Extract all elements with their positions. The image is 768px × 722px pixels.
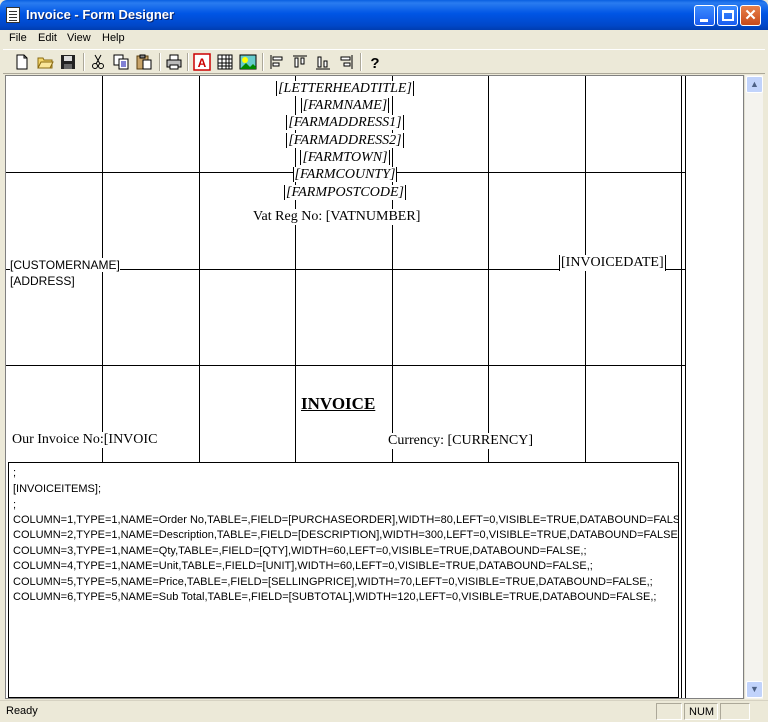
design-canvas[interactable]: [LETTERHEADTITLE] [FARMNAME] [FARMADDRES… (5, 75, 744, 699)
items-line: ; (13, 499, 17, 511)
items-line: COLUMN=5,TYPE=5,NAME=Price,TABLE=,FIELD=… (13, 576, 653, 588)
page-margin-line (681, 76, 682, 698)
items-line: COLUMN=1,TYPE=1,NAME=Order No,TABLE=,FIE… (13, 514, 679, 526)
invoice-date-field[interactable]: [INVOICEDATE] (559, 255, 666, 271)
currency-field[interactable]: Currency: [CURRENCY] (388, 433, 534, 449)
items-line: COLUMN=3,TYPE=1,NAME=Qty,TABLE=,FIELD=[Q… (13, 545, 587, 557)
items-line: COLUMN=4,TYPE=1,NAME=Unit,TABLE=,FIELD=[… (13, 560, 593, 572)
items-line: ; (13, 467, 17, 479)
toolbar-separator (360, 53, 362, 71)
grid-line (6, 365, 685, 366)
minimize-button[interactable] (694, 5, 715, 26)
print-icon[interactable] (165, 53, 183, 71)
app-icon[interactable] (6, 7, 20, 23)
invoice-number-field[interactable]: Our Invoice No:[INVOIC (12, 432, 158, 448)
minimize-icon (700, 19, 708, 22)
status-bar: Ready NUM (0, 700, 768, 722)
num-lock-indicator: NUM (684, 703, 718, 720)
help-icon[interactable]: ? (366, 53, 384, 71)
table-grid-icon[interactable] (216, 53, 234, 71)
align-right-icon[interactable] (337, 53, 355, 71)
menu-edit[interactable]: Edit (38, 32, 57, 44)
farm-town-field[interactable]: [FARMTOWN] (266, 150, 424, 166)
distribute-vertical-icon[interactable] (314, 53, 332, 71)
svg-text:A: A (198, 56, 207, 70)
window-title: Invoice - Form Designer (26, 7, 175, 22)
maximize-icon (722, 10, 734, 21)
align-left-icon[interactable] (268, 53, 286, 71)
items-line: COLUMN=2,TYPE=1,NAME=Description,TABLE=,… (13, 529, 679, 541)
farm-name-field[interactable]: [FARMNAME] (266, 98, 424, 114)
letterhead-title-field[interactable]: [LETTERHEADTITLE] (266, 81, 424, 97)
toolbar-separator (159, 53, 161, 71)
invoice-items-section[interactable]: ; [INVOICEITEMS]; ; COLUMN=1,TYPE=1,NAME… (8, 462, 679, 698)
vertical-scrollbar[interactable]: ▲ ▼ (744, 75, 763, 699)
toolbar-separator (187, 53, 189, 71)
customer-address-field[interactable]: [ADDRESS] (10, 274, 75, 288)
close-icon: ✕ (744, 7, 757, 24)
text-field-icon[interactable]: A (193, 53, 211, 71)
svg-text:?: ? (370, 55, 379, 71)
farm-postcode-field[interactable]: [FARMPOSTCODE] (266, 185, 424, 201)
paste-icon[interactable] (135, 53, 153, 71)
align-top-icon[interactable] (291, 53, 309, 71)
scroll-down-arrow-icon[interactable]: ▼ (746, 681, 763, 698)
farm-county-field[interactable]: [FARMCOUNTY] (266, 167, 424, 183)
maximize-button[interactable] (717, 5, 738, 26)
customer-name-field[interactable]: [CUSTOMERNAME] (10, 258, 120, 272)
page-edge-line (685, 76, 686, 698)
menu-bar: File Edit View Help (3, 30, 765, 49)
close-button[interactable]: ✕ (740, 5, 761, 26)
scroll-up-arrow-icon[interactable]: ▲ (746, 76, 763, 93)
image-icon[interactable] (239, 53, 257, 71)
new-document-icon[interactable] (13, 53, 31, 71)
status-panel-empty (720, 703, 750, 720)
status-panel-empty (656, 703, 682, 720)
open-folder-icon[interactable] (36, 53, 54, 71)
invoice-title[interactable]: INVOICE (301, 394, 376, 414)
menu-help[interactable]: Help (102, 32, 125, 44)
farm-address2-field[interactable]: [FARMADDRESS2] (266, 133, 424, 149)
items-line: COLUMN=6,TYPE=5,NAME=Sub Total,TABLE=,FI… (13, 591, 657, 603)
toolbar-separator (262, 53, 264, 71)
items-line: [INVOICEITEMS]; (13, 483, 102, 495)
toolbar-separator (83, 53, 85, 71)
menu-view[interactable]: View (67, 32, 91, 44)
vat-number-field[interactable]: Vat Reg No: [VATNUMBER] (253, 209, 421, 225)
toolbar: A ? (3, 49, 765, 74)
save-disk-icon[interactable] (59, 53, 77, 71)
cut-scissors-icon[interactable] (89, 53, 107, 71)
status-text: Ready (6, 705, 38, 717)
menu-file[interactable]: File (9, 32, 27, 44)
farm-address1-field[interactable]: [FARMADDRESS1] (266, 115, 424, 131)
copy-icon[interactable] (112, 53, 130, 71)
title-bar[interactable]: Invoice - Form Designer ✕ (0, 0, 768, 30)
